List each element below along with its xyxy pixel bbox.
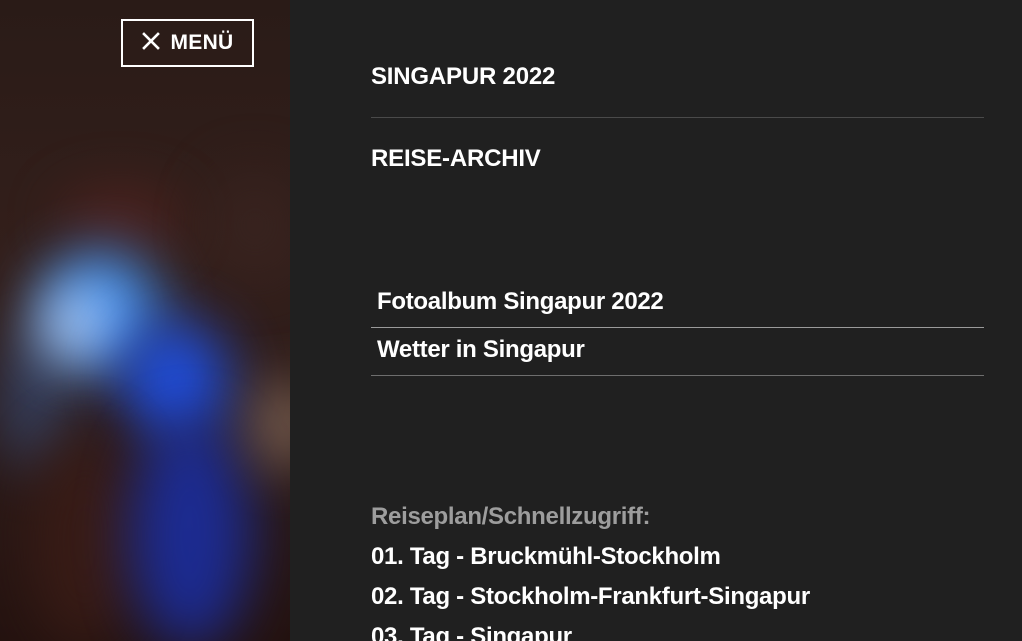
divider [371, 117, 984, 118]
photo-blur-shape [120, 320, 230, 440]
photo-blur-shape [130, 420, 250, 641]
close-menu-button[interactable]: MENÜ [121, 19, 254, 67]
submenu-item-fotoalbum[interactable]: Fotoalbum Singapur 2022 [371, 280, 984, 328]
photo-blur-shape [40, 290, 110, 360]
background-photo [0, 0, 290, 641]
submenu-item-wetter[interactable]: Wetter in Singapur [371, 328, 984, 376]
quick-access-item-day-2[interactable]: 02. Tag - Stockholm-Frankfurt-Singapur [371, 582, 984, 622]
quick-access-item-day-1[interactable]: 01. Tag - Bruckmühl-Stockholm [371, 542, 984, 582]
photo-blur-shape [30, 430, 140, 641]
quick-access-item-day-3[interactable]: 03. Tag - Singapur [371, 622, 984, 641]
nav-link-singapur-2022[interactable]: SINGAPUR 2022 [371, 63, 984, 91]
photo-blur-shape [210, 170, 290, 280]
close-icon [141, 31, 161, 56]
quick-access-heading: Reiseplan/Schnellzugriff: [371, 503, 651, 530]
submenu-list: Fotoalbum Singapur 2022 Wetter in Singap… [371, 280, 984, 376]
quick-access-list: 01. Tag - Bruckmühl-Stockholm 02. Tag - … [371, 542, 984, 641]
menu-button-label: MENÜ [170, 31, 234, 54]
photo-blur-shape [60, 190, 180, 250]
nav-link-reise-archiv[interactable]: REISE-ARCHIV [371, 145, 984, 173]
navigation-menu: SINGAPUR 2022 REISE-ARCHIV Fotoalbum Sin… [290, 0, 1022, 641]
photo-blur-shape [255, 380, 290, 470]
